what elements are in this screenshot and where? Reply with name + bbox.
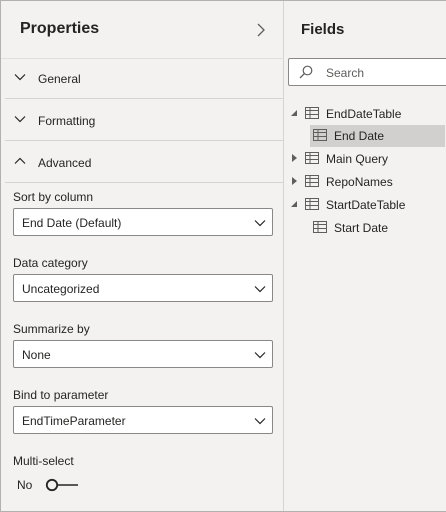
multi-select-toggle[interactable] (45, 477, 79, 493)
table-icon (305, 198, 319, 210)
column-icon (313, 221, 327, 233)
tree-label: Start Date (334, 221, 389, 235)
chevron-right-icon (257, 23, 265, 37)
summarize-by-dropdown[interactable]: None (13, 340, 273, 368)
chevron-down-icon (254, 418, 266, 425)
tree-label: EndDateTable (326, 107, 402, 121)
tree-table-reponames[interactable]: RepoNames (285, 171, 445, 193)
tree-label: End Date (334, 129, 385, 143)
tree-table-main-query[interactable]: Main Query (285, 148, 445, 170)
chevron-down-icon (254, 220, 266, 227)
window-frame: Properties General Formatting Advanced S… (0, 0, 446, 512)
summarize-by-label: Summarize by (13, 322, 90, 336)
bind-to-parameter-value: EndTimeParameter (22, 414, 126, 428)
properties-pane: Properties General Formatting Advanced S… (1, 1, 284, 511)
sort-by-column-dropdown[interactable]: End Date (Default) (13, 208, 273, 236)
bind-to-parameter-dropdown[interactable]: EndTimeParameter (13, 406, 273, 434)
tree-label: RepoNames (326, 175, 393, 189)
properties-header: Properties (1, 1, 284, 59)
search-placeholder: Search (326, 66, 365, 80)
section-general[interactable]: General (5, 59, 283, 99)
section-advanced[interactable]: Advanced (5, 143, 283, 183)
search-icon (299, 65, 313, 79)
chevron-up-icon (14, 157, 26, 164)
section-advanced-label: Advanced (38, 156, 92, 170)
collapsed-triangle-icon (292, 177, 297, 185)
tree-column-start-date[interactable]: Start Date (310, 217, 445, 239)
table-icon (305, 175, 319, 187)
table-icon (305, 152, 319, 164)
search-input[interactable]: Search (288, 58, 446, 86)
column-icon (313, 129, 327, 141)
fields-pane: Fields Search EndDateTable End Date Main… (285, 1, 446, 511)
tree-column-end-date[interactable]: End Date (310, 125, 445, 147)
properties-title: Properties (20, 20, 100, 37)
tree-table-startdatetable[interactable]: StartDateTable (285, 194, 445, 216)
tree-label: StartDateTable (326, 198, 406, 212)
table-icon (305, 107, 319, 119)
sort-by-column-value: End Date (Default) (22, 216, 122, 230)
section-general-label: General (38, 72, 81, 86)
data-category-label: Data category (13, 256, 88, 270)
chevron-down-icon (14, 74, 26, 81)
data-category-dropdown[interactable]: Uncategorized (13, 274, 273, 302)
chevron-down-icon (254, 352, 266, 359)
fields-title: Fields (301, 21, 345, 38)
section-formatting-label: Formatting (38, 114, 96, 128)
collapsed-triangle-icon (292, 154, 297, 162)
collapse-pane-button[interactable] (253, 20, 269, 40)
chevron-down-icon (14, 116, 26, 123)
section-formatting[interactable]: Formatting (5, 101, 283, 141)
chevron-down-icon (254, 286, 266, 293)
expanded-triangle-icon (291, 110, 297, 116)
multi-select-label: Multi-select (13, 454, 74, 468)
multi-select-state: No (17, 478, 33, 492)
sort-by-column-label: Sort by column (13, 190, 94, 204)
expanded-triangle-icon (291, 201, 297, 207)
bind-to-parameter-label: Bind to parameter (13, 388, 109, 402)
tree-label: Main Query (326, 152, 389, 166)
data-category-value: Uncategorized (22, 282, 100, 296)
tree-table-enddatetable[interactable]: EndDateTable (285, 103, 445, 125)
summarize-by-value: None (22, 348, 51, 362)
